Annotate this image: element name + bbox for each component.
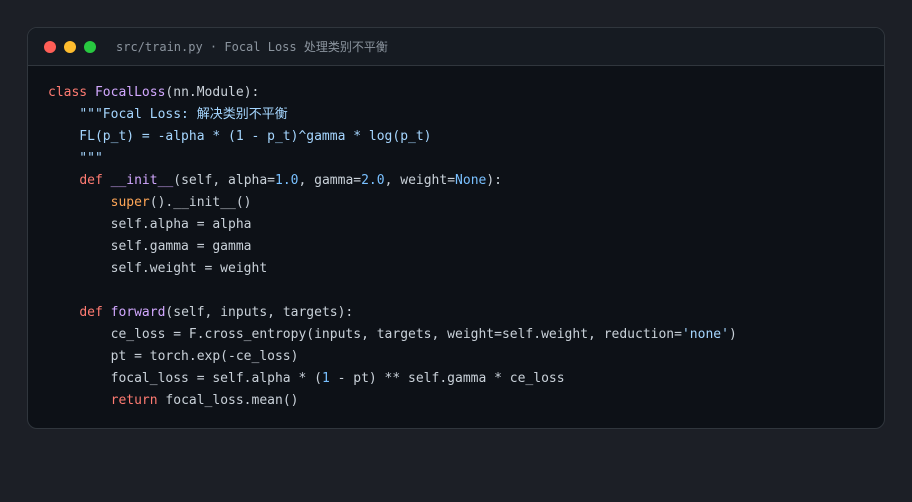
code-token: """: [48, 151, 103, 166]
code-token: ): [728, 327, 737, 342]
code-token: None: [455, 173, 487, 188]
code-line: class FocalLoss(nn.Module):: [48, 82, 884, 104]
code-token: ):: [486, 173, 503, 188]
code-token: class: [48, 85, 88, 100]
code-token: (self, alpha=: [173, 173, 275, 188]
code-token: return: [110, 393, 158, 408]
code-line: ce_loss = F.cross_entropy(inputs, target…: [48, 324, 884, 346]
code-line: self.weight = weight: [48, 258, 884, 280]
code-line: self.gamma = gamma: [48, 236, 884, 258]
code-token: self.gamma = gamma: [48, 239, 252, 254]
close-dot-icon[interactable]: [44, 40, 56, 53]
code-token: forward: [110, 305, 166, 320]
code-line: return focal_loss.mean(): [48, 390, 884, 412]
code-line: """Focal Loss: 解决类别不平衡: [48, 104, 884, 126]
code-token: 'none': [681, 327, 729, 342]
code-token: 2.0: [361, 173, 385, 188]
code-line: """: [48, 148, 884, 170]
maximize-dot-icon[interactable]: [84, 40, 96, 53]
code-token: self.alpha = alpha: [48, 217, 252, 232]
code-token: super: [110, 195, 150, 210]
code-token: 1.0: [275, 173, 299, 188]
code-line: FL(p_t) = -alpha * (1 - p_t)^gamma * log…: [48, 126, 884, 148]
code-token: FocalLoss: [94, 85, 166, 100]
code-line: def __init__(self, alpha=1.0, gamma=2.0,…: [48, 170, 884, 192]
code-token: __init__: [110, 173, 174, 188]
code-token: - pt) ** self.gamma * ce_loss: [329, 371, 565, 386]
code-line: focal_loss = self.alpha * (1 - pt) ** se…: [48, 368, 884, 390]
code-line: def forward(self, inputs, targets):: [48, 302, 884, 324]
code-token: """Focal Loss: 解决类别不平衡: [79, 107, 288, 122]
code-token: ce_loss = F.cross_entropy(inputs, target…: [48, 327, 682, 342]
code-token: , gamma=: [298, 173, 362, 188]
code-token: self.weight = weight: [48, 261, 268, 276]
code-token: , weight=: [384, 173, 456, 188]
window-title: src/train.py · Focal Loss 处理类别不平衡: [116, 40, 388, 54]
code-token: FL(p_t) = -alpha * (1 - p_t)^gamma * log…: [48, 129, 432, 144]
code-window: src/train.py · Focal Loss 处理类别不平衡 class …: [27, 27, 885, 429]
code-token: 1: [321, 371, 330, 386]
code-token: (self, inputs, targets):: [165, 305, 354, 320]
code-line: self.alpha = alpha: [48, 214, 884, 236]
code-token: ().__init__(): [149, 195, 252, 210]
code-block: class FocalLoss(nn.Module): """Focal Los…: [28, 66, 884, 412]
code-line: pt = torch.exp(-ce_loss): [48, 346, 884, 368]
code-token: focal_loss.mean(): [157, 393, 299, 408]
code-token: (nn.Module):: [165, 85, 260, 100]
code-token: pt = torch.exp(-ce_loss): [48, 349, 299, 364]
window-titlebar: src/train.py · Focal Loss 处理类别不平衡: [28, 28, 884, 66]
code-token: def: [79, 305, 103, 320]
minimize-dot-icon[interactable]: [64, 40, 76, 53]
code-token: focal_loss = self.alpha * (: [48, 371, 322, 386]
code-token: def: [79, 173, 103, 188]
code-line: super().__init__(): [48, 192, 884, 214]
